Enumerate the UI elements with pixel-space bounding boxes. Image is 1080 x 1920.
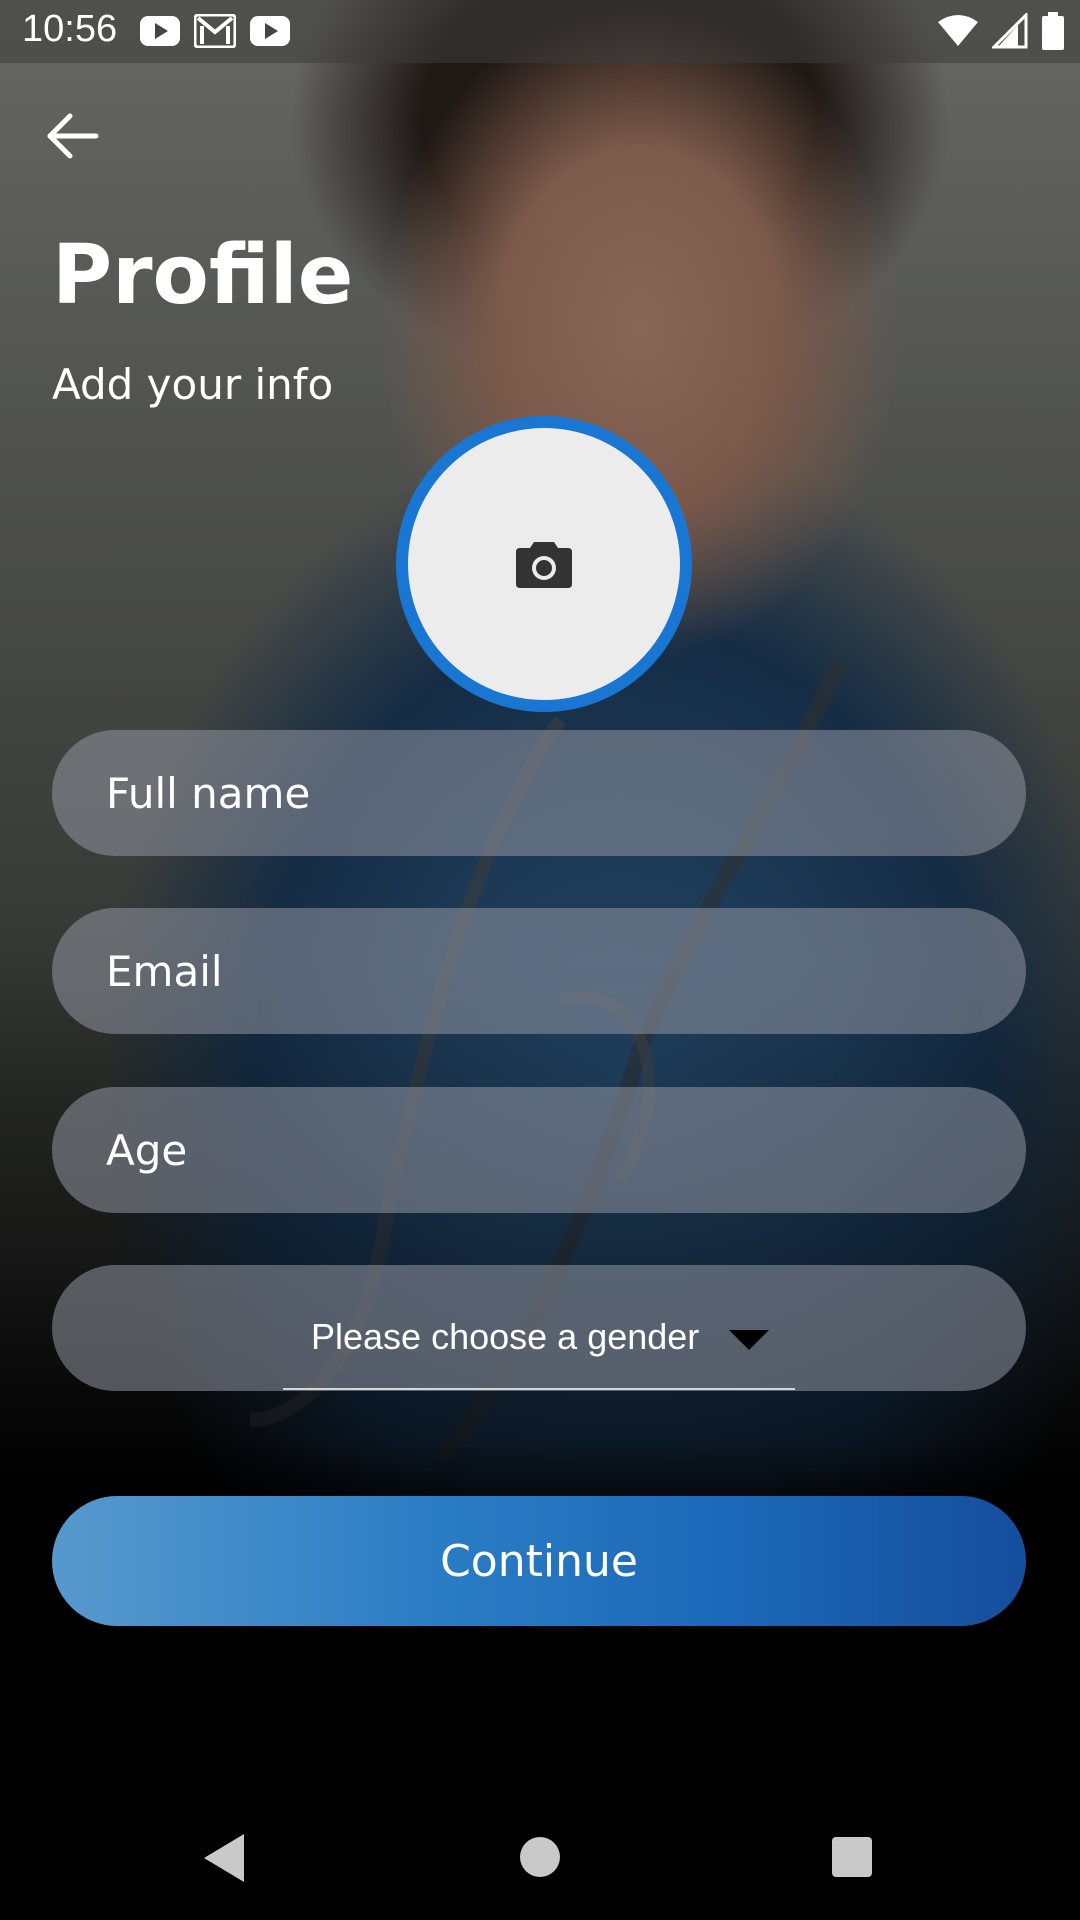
notification-icons xyxy=(140,14,290,48)
age-field[interactable]: Age xyxy=(52,1087,1026,1213)
arrow-back-icon[interactable] xyxy=(44,110,104,162)
battery-icon xyxy=(1042,12,1064,50)
gender-dropdown[interactable]: Please choose a gender xyxy=(283,1286,795,1390)
camera-icon xyxy=(516,542,572,588)
age-placeholder: Age xyxy=(106,1125,188,1175)
profile-photo-picker[interactable] xyxy=(396,416,692,712)
system-navigation-bar xyxy=(0,1800,1080,1920)
gmail-icon xyxy=(194,14,236,48)
gender-selected-value: Please choose a gender xyxy=(311,1316,700,1357)
continue-label: Continue xyxy=(440,1535,638,1587)
gender-field: Please choose a gender xyxy=(52,1265,1026,1391)
youtube-icon xyxy=(250,16,290,46)
dropdown-arrow-icon xyxy=(729,1330,769,1350)
nav-recents-icon[interactable] xyxy=(832,1837,872,1877)
page-subtitle: Add your info xyxy=(52,360,334,409)
status-bar: 10:56 xyxy=(0,0,1080,63)
full-name-placeholder: Full name xyxy=(106,768,311,818)
email-placeholder: Email xyxy=(106,946,223,996)
nav-back-icon[interactable] xyxy=(204,1834,244,1882)
profile-screen: 10:56 Profile Add your info Full name Em… xyxy=(0,0,1080,1920)
page-title: Profile xyxy=(52,228,354,323)
nav-home-icon[interactable] xyxy=(520,1837,560,1877)
status-time: 10:56 xyxy=(22,8,118,50)
system-icons xyxy=(938,12,1064,50)
continue-button[interactable]: Continue xyxy=(52,1496,1026,1626)
youtube-icon xyxy=(140,16,180,46)
full-name-field[interactable]: Full name xyxy=(52,730,1026,856)
wifi-icon xyxy=(938,15,978,46)
signal-icon xyxy=(992,13,1028,49)
email-field[interactable]: Email xyxy=(52,908,1026,1034)
